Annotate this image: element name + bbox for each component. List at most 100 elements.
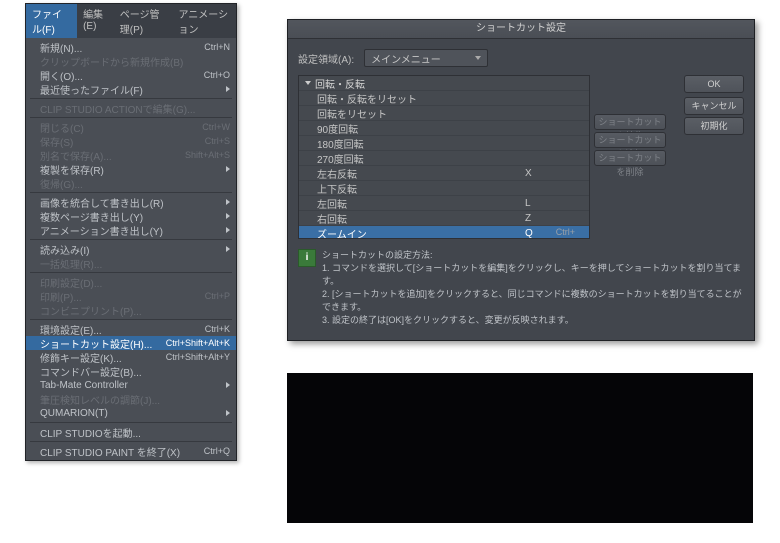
shortcut-add-button[interactable]: ショートカットを追加 xyxy=(594,132,666,148)
menu-item-label: 画像を統合して書き出し(R) xyxy=(40,195,222,210)
tree-row-label: 右回転 xyxy=(317,211,525,226)
tree-row-label: 180度回転 xyxy=(317,136,525,151)
menu-item[interactable]: QUMARION(T) xyxy=(26,406,236,420)
file-menu-list: 新規(N)...Ctrl+Nクリップボードから新規作成(B)開く(O)...Ct… xyxy=(26,38,236,460)
menu-item: 別名で保存(A)...Shift+Alt+S xyxy=(26,148,236,162)
menu-item-label: 環境設定(E)... xyxy=(40,322,199,337)
menu-item[interactable]: 開く(O)...Ctrl+O xyxy=(26,68,236,82)
tree-row[interactable]: 右回転Z xyxy=(299,211,589,226)
menu-item-label: アニメーション書き出し(Y) xyxy=(40,223,222,238)
menu-item-label: CLIP STUDIO PAINT を終了(X) xyxy=(40,444,198,459)
menu-item[interactable]: Tab-Mate Controller xyxy=(26,378,236,392)
file-menu-panel: ファイル(F)編集(E)ページ管理(P)アニメーション 新規(N)...Ctrl… xyxy=(25,3,237,461)
menubar-item[interactable]: ページ管理(P) xyxy=(114,4,173,38)
submenu-arrow-icon xyxy=(226,199,230,205)
shortcut-delete-button[interactable]: ショートカットを削除 xyxy=(594,150,666,166)
tree-group-header[interactable]: 回転・反転 xyxy=(299,76,589,91)
menu-item-shortcut: Ctrl+O xyxy=(204,70,230,80)
reset-button[interactable]: 初期化 xyxy=(684,117,744,135)
menu-item: 印刷設定(D)... xyxy=(26,275,236,289)
tree-row-shortcut: L xyxy=(525,198,585,209)
submenu-arrow-icon xyxy=(226,227,230,233)
menu-item: クリップボードから新規作成(B) xyxy=(26,54,236,68)
submenu-arrow-icon xyxy=(226,410,230,416)
tree-row-label: 90度回転 xyxy=(317,121,525,136)
shortcut-tree[interactable]: 回転・反転回転・反転をリセット回転をリセット90度回転180度回転270度回転左… xyxy=(298,75,590,239)
help-line-1: 1. コマンドを選択して[ショートカットを編集]をクリックし、キーを押してショー… xyxy=(322,262,744,288)
area-row: 設定領域(A): メインメニュー xyxy=(298,49,744,67)
menu-item-label: 読み込み(I) xyxy=(40,242,222,257)
help-section: i ショートカットの設定方法: 1. コマンドを選択して[ショートカットを編集]… xyxy=(298,249,744,327)
shortcut-settings-dialog: ショートカット設定 設定領域(A): メインメニュー OK キャンセル 初期化 … xyxy=(287,19,755,341)
area-dropdown[interactable]: メインメニュー xyxy=(364,49,488,67)
tree-row[interactable]: ズームインQ xyxy=(299,226,589,239)
black-panel xyxy=(287,373,753,523)
menu-item[interactable]: コマンドバー設定(B)... xyxy=(26,364,236,378)
menu-item-label: CLIP STUDIO ACTIONで編集(G)... xyxy=(40,101,230,116)
menu-item[interactable]: 新規(N)...Ctrl+N xyxy=(26,40,236,54)
menu-item[interactable]: 環境設定(E)...Ctrl+K xyxy=(26,322,236,336)
menubar-item[interactable]: アニメーション xyxy=(172,4,236,38)
menu-item[interactable]: 画像を統合して書き出し(R) xyxy=(26,195,236,209)
tree-row[interactable]: 上下反転 xyxy=(299,181,589,196)
menu-item-label: CLIP STUDIOを起動... xyxy=(40,425,230,440)
menu-item-label: 新規(N)... xyxy=(40,40,198,55)
menu-item-shortcut: Ctrl+P xyxy=(205,291,230,301)
menu-item-label: 一括処理(R)... xyxy=(40,256,230,271)
cancel-button[interactable]: キャンセル xyxy=(684,97,744,115)
menu-separator xyxy=(30,239,232,240)
help-line-3: 3. 設定の終了は[OK]をクリックすると、変更が反映されます。 xyxy=(322,314,744,327)
shortcut-edit-button[interactable]: ショートカットを編集 xyxy=(594,114,666,130)
menu-item-label: 保存(S) xyxy=(40,134,199,149)
tree-row[interactable]: 左右反転X xyxy=(299,166,589,181)
menubar-item[interactable]: ファイル(F) xyxy=(26,4,77,38)
menu-item[interactable]: CLIP STUDIO PAINT を終了(X) Ctrl+Q xyxy=(26,444,236,458)
menu-item-label: 最近使ったファイル(F) xyxy=(40,82,222,97)
menu-item-label: 閉じる(C) xyxy=(40,120,196,135)
menu-item[interactable]: アニメーション書き出し(Y) xyxy=(26,223,236,237)
tree-row-label: 上下反転 xyxy=(317,181,525,196)
tree-row-shortcut: Z xyxy=(525,213,585,224)
tree-extra-label: Ctrl+ xyxy=(556,227,575,237)
submenu-arrow-icon xyxy=(226,213,230,219)
menu-item-label: コマンドバー設定(B)... xyxy=(40,364,230,379)
menu-item-label: 印刷設定(D)... xyxy=(40,275,230,290)
ok-button[interactable]: OK xyxy=(684,75,744,93)
shortcut-action-buttons: ショートカットを編集 ショートカットを追加 ショートカットを削除 xyxy=(594,114,666,166)
menu-item-shortcut: Shift+Alt+S xyxy=(185,150,230,160)
menu-item: 一括処理(R)... xyxy=(26,256,236,270)
menu-item: コンビニプリント(P)... xyxy=(26,303,236,317)
tree-row[interactable]: 180度回転 xyxy=(299,136,589,151)
menu-item: 閉じる(C) Ctrl+W xyxy=(26,120,236,134)
tree-row[interactable]: 270度回転 xyxy=(299,151,589,166)
menu-item[interactable]: ショートカット設定(H)...Ctrl+Shift+Alt+K xyxy=(26,336,236,350)
menu-item[interactable]: 複数ページ書き出し(Y) xyxy=(26,209,236,223)
dialog-title: ショートカット設定 xyxy=(288,20,754,39)
menu-item[interactable]: CLIP STUDIOを起動... xyxy=(26,425,236,439)
menu-separator xyxy=(30,272,232,273)
menubar: ファイル(F)編集(E)ページ管理(P)アニメーション xyxy=(26,4,236,38)
tree-row[interactable]: 90度回転 xyxy=(299,121,589,136)
menu-item: 印刷(P)... Ctrl+P xyxy=(26,289,236,303)
menu-item[interactable]: 修飾キー設定(K)...Ctrl+Shift+Alt+Y xyxy=(26,350,236,364)
submenu-arrow-icon xyxy=(226,166,230,172)
tree-row[interactable]: 左回転L xyxy=(299,196,589,211)
menu-item[interactable]: 複製を保存(R) xyxy=(26,162,236,176)
menubar-item[interactable]: 編集(E) xyxy=(77,4,114,38)
menu-item-label: 印刷(P)... xyxy=(40,289,199,304)
tree-row[interactable]: 回転をリセット xyxy=(299,106,589,121)
menu-item-shortcut: Ctrl+Q xyxy=(204,446,230,456)
menu-item-shortcut: Ctrl+W xyxy=(202,122,230,132)
help-text: ショートカットの設定方法: 1. コマンドを選択して[ショートカットを編集]をク… xyxy=(322,249,744,327)
menu-item[interactable]: 読み込み(I) xyxy=(26,242,236,256)
tree-row[interactable]: 回転・反転をリセット xyxy=(299,91,589,106)
tree-row-label: 左回転 xyxy=(317,196,525,211)
menu-separator xyxy=(30,422,232,423)
menu-item-label: 複数ページ書き出し(Y) xyxy=(40,209,222,224)
menu-item[interactable]: 最近使ったファイル(F) xyxy=(26,82,236,96)
menu-item: 保存(S)Ctrl+S xyxy=(26,134,236,148)
submenu-arrow-icon xyxy=(226,246,230,252)
menu-item-label: コンビニプリント(P)... xyxy=(40,303,230,318)
menu-item-label: ショートカット設定(H)... xyxy=(40,336,160,351)
submenu-arrow-icon xyxy=(226,382,230,388)
